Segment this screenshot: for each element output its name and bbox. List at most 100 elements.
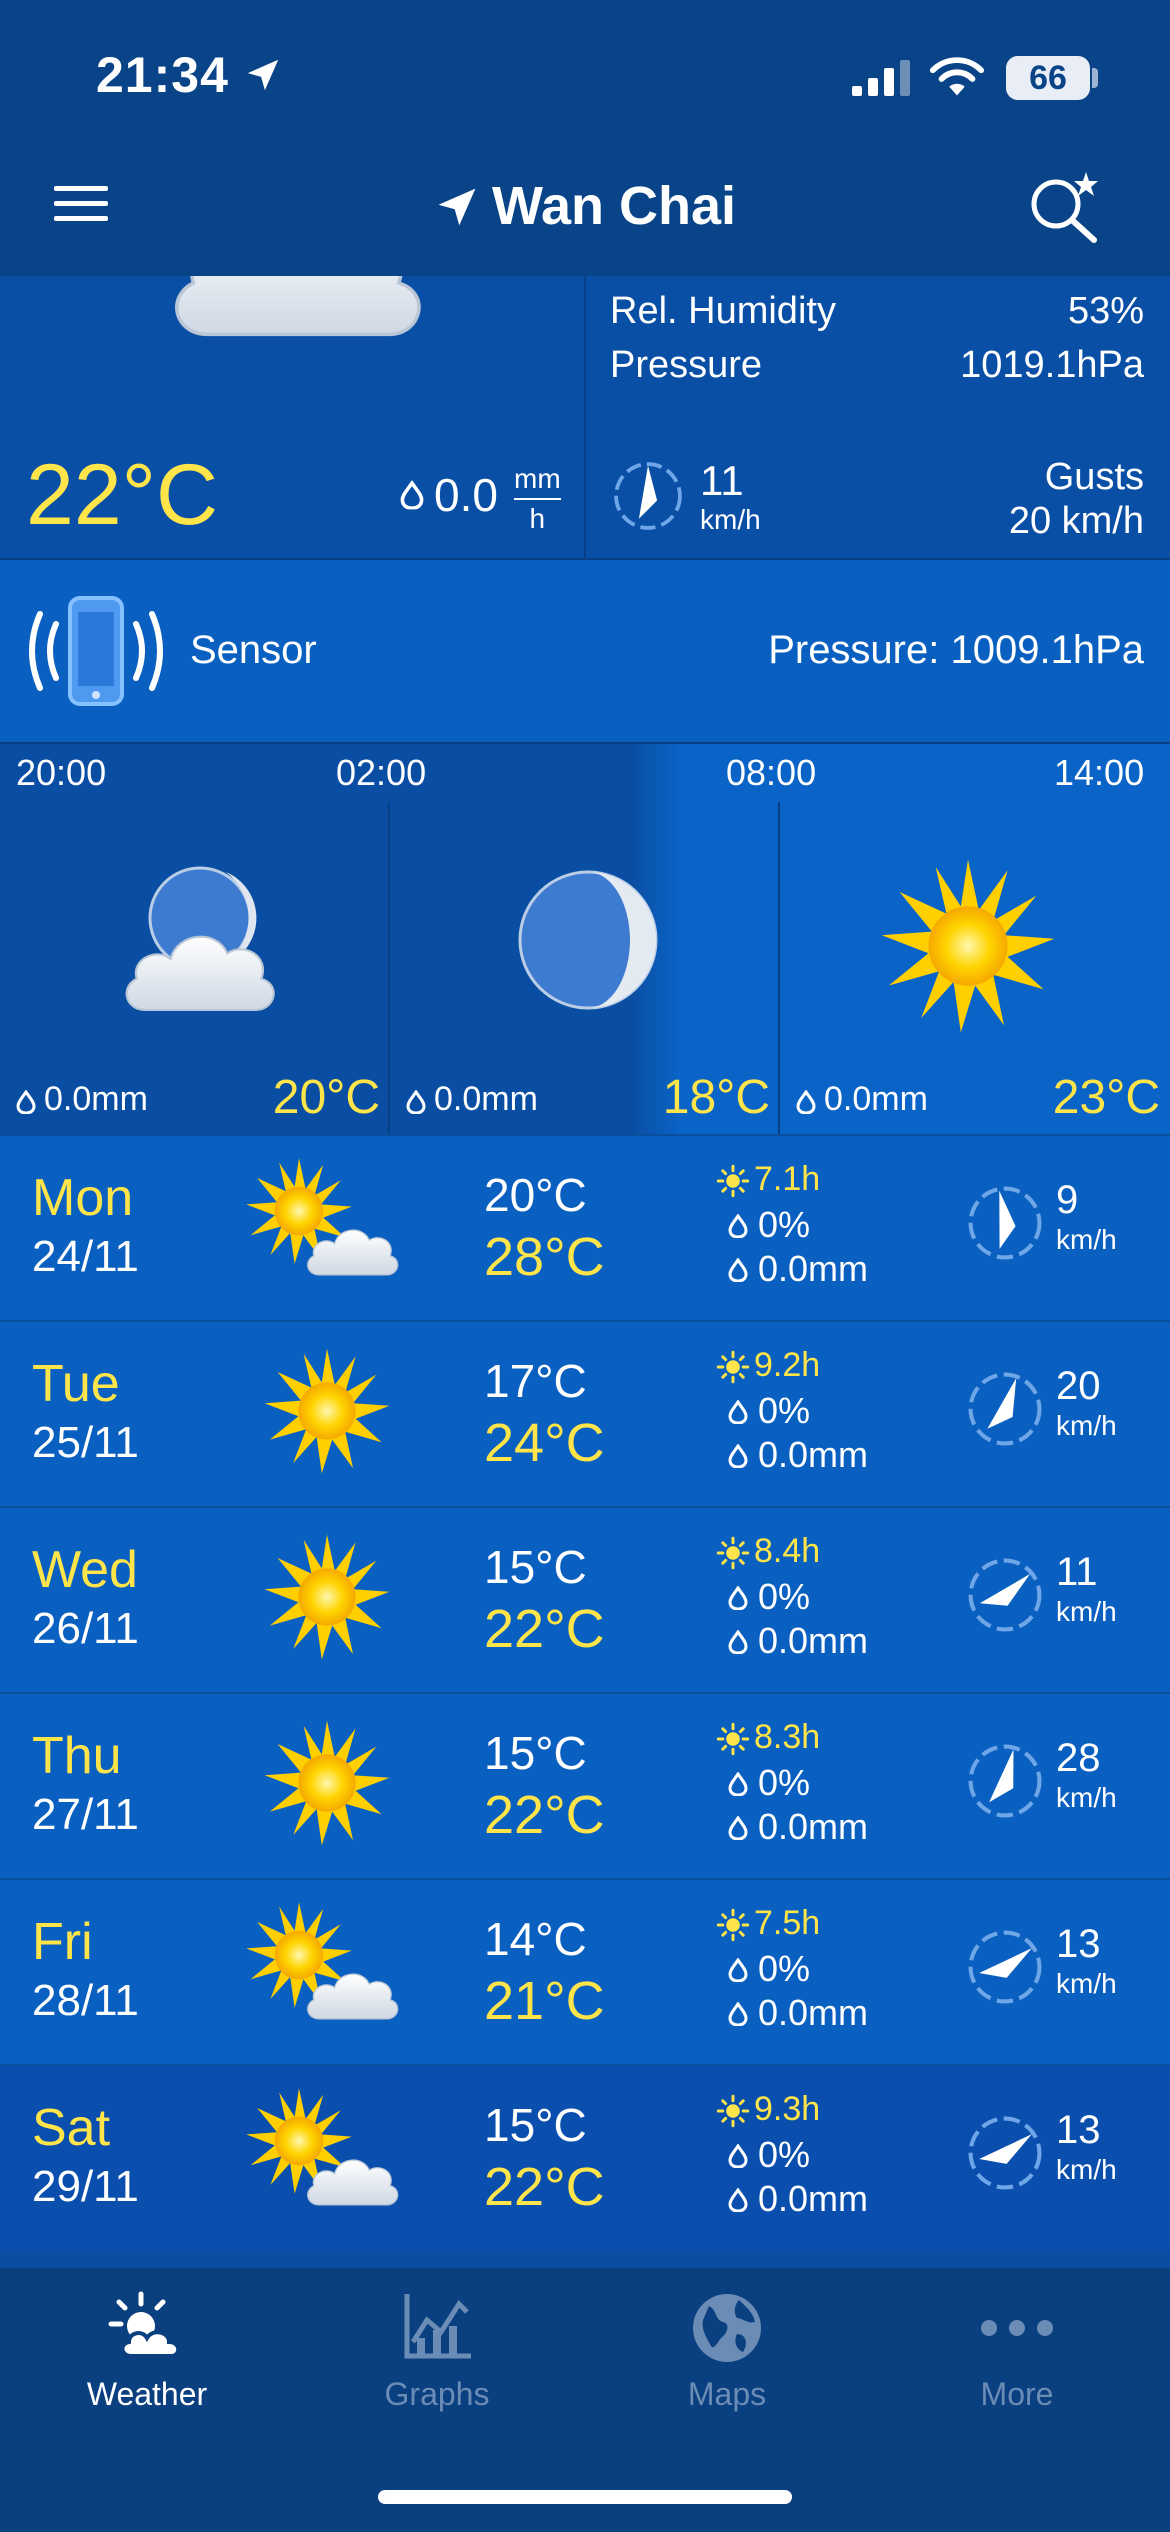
pressure-value: 1019.1hPa (960, 344, 1144, 386)
search-favorite-icon[interactable] (1024, 170, 1104, 246)
location-name: Wan Chai (491, 176, 736, 236)
wind-unit: km/h (700, 504, 761, 535)
day-date: 26/11 (32, 1604, 139, 1653)
sun-cloud-icon (244, 1900, 404, 2040)
raindrop-icon (728, 2002, 748, 2026)
tab-label: More (980, 2376, 1054, 2412)
tab-graphs[interactable]: Graphs (292, 2290, 582, 2420)
sun-small-icon (716, 1164, 750, 1198)
rain-unit: mm h (514, 462, 561, 536)
hour-time: 14:00 (1054, 752, 1145, 793)
sun-small-icon (716, 2094, 750, 2128)
sun-cloud-icon (244, 1156, 404, 1296)
raindrop-icon (728, 1630, 748, 1654)
day-date: 25/11 (32, 1418, 139, 1467)
tab-label: Maps (687, 2376, 767, 2412)
raindrop-icon (728, 2188, 748, 2212)
status-time: 21:34 (96, 47, 229, 103)
wind-unit: km/h (1056, 1596, 1117, 1627)
wind-direction-icon (964, 1182, 1046, 1264)
raindrop-icon (728, 1816, 748, 1840)
day-min-temperature: 15°C (484, 1541, 587, 1593)
wind-speed: 9 (1056, 1178, 1079, 1222)
day-date: 24/11 (32, 1232, 139, 1281)
sun-icon (264, 1720, 390, 1846)
day-max-temperature: 22°C (484, 1599, 605, 1659)
wind-speed: 13 (1056, 1922, 1101, 1966)
sun-icon (264, 1348, 390, 1474)
hour-time: 08:00 (726, 752, 817, 793)
sensor-label: Sensor (190, 628, 317, 672)
day-min-temperature: 17°C (484, 1355, 587, 1407)
current-rain: 0.0 (434, 469, 498, 521)
raindrop-icon (728, 2144, 748, 2168)
tab-more[interactable]: More (872, 2290, 1162, 2420)
raindrop-icon (728, 1214, 748, 1238)
wifi-icon (929, 57, 985, 96)
raindrop-icon (728, 1958, 748, 1982)
wind-direction-icon (964, 1740, 1046, 1822)
day-date: 29/11 (32, 2162, 139, 2211)
hour-rain: 0.0mm (434, 1080, 538, 1118)
hour-temperature: 18°C (662, 1071, 770, 1124)
day-min-temperature: 15°C (484, 2099, 587, 2151)
precip-amount: 0.0mm (758, 1806, 869, 1847)
precip-amount: 0.0mm (758, 1992, 869, 2033)
day-date: 28/11 (32, 1976, 139, 2025)
day-name: Tue (32, 1355, 120, 1413)
tab-weather[interactable]: Weather (2, 2290, 292, 2420)
wind-speed: 11 (1056, 1550, 1098, 1594)
moon-icon (518, 870, 658, 1010)
graph-icon (404, 2294, 471, 2359)
humidity-value: 53% (1067, 290, 1144, 332)
page-title[interactable]: Wan Chai (0, 172, 1170, 240)
day-date: 27/11 (32, 1790, 139, 1839)
moon-cloud-icon (125, 866, 275, 1011)
day-max-temperature: 28°C (484, 1227, 605, 1287)
fraction-bar (514, 498, 561, 500)
globe-icon (693, 2294, 761, 2362)
raindrop-icon (406, 1090, 426, 1114)
wind-unit: km/h (1056, 1410, 1117, 1441)
tab-label: Weather (86, 2376, 208, 2412)
wind-unit: km/h (1056, 1782, 1117, 1813)
wind-direction-icon (964, 1926, 1046, 2008)
tab-maps[interactable]: Maps (582, 2290, 872, 2420)
wind-direction-icon (964, 2112, 1046, 2194)
sun-icon (881, 859, 1055, 1033)
battery-indicator: 66 (1006, 56, 1090, 100)
more-dots-icon (981, 2320, 1053, 2336)
raindrop-icon (728, 1444, 748, 1468)
current-temperature: 22°C (26, 447, 219, 543)
sun-small-icon (716, 1350, 750, 1384)
raindrop-icon (728, 1400, 748, 1424)
hour-time: 02:00 (336, 752, 427, 793)
day-name: Thu (32, 1727, 122, 1785)
raindrop-icon (728, 1586, 748, 1610)
sun-small-icon (716, 1908, 750, 1942)
rain-unit-top: mm (514, 463, 561, 494)
phone-sensor-icon (29, 596, 163, 706)
precip-amount: 0.0mm (758, 1620, 869, 1661)
raindrop-icon (16, 1090, 36, 1114)
wind-speed: 20 (1056, 1364, 1101, 1408)
location-arrow-icon (247, 59, 279, 91)
day-max-temperature: 22°C (484, 1785, 605, 1845)
wind-unit: km/h (1056, 1968, 1117, 1999)
wind-direction-icon (964, 1368, 1046, 1450)
day-min-temperature: 15°C (484, 1727, 587, 1779)
day-max-temperature: 24°C (484, 1413, 605, 1473)
hour-rain: 0.0mm (824, 1080, 928, 1118)
raindrop-icon (796, 1090, 816, 1114)
day-name: Fri (32, 1913, 93, 1971)
gusts-label: Gusts (1044, 456, 1144, 498)
hour-rain: 0.0mm (44, 1080, 148, 1118)
hour-divider (778, 802, 780, 1134)
wind-unit: km/h (1056, 1224, 1117, 1255)
sun-icon (264, 1534, 390, 1660)
raindrop-icon (728, 1772, 748, 1796)
panel-divider (584, 276, 586, 558)
rain-unit-bottom: h (529, 503, 546, 534)
sun-small-icon (716, 1536, 750, 1570)
sun-small-icon (716, 1722, 750, 1756)
